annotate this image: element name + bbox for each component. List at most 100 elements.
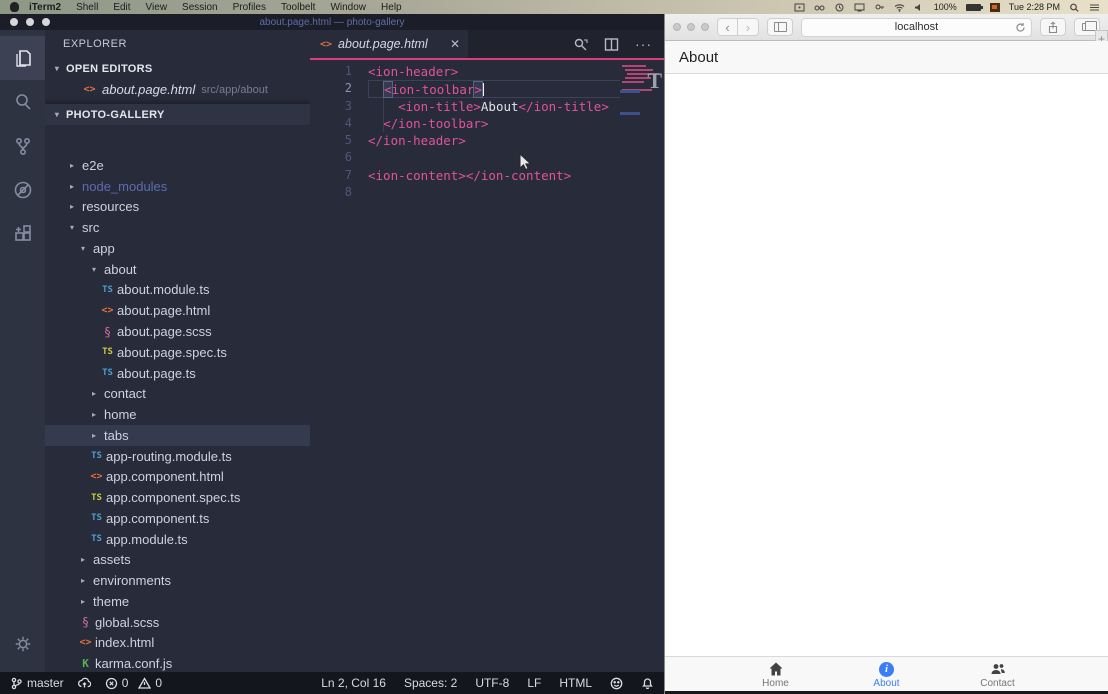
split-editor-icon[interactable] (604, 37, 619, 52)
close-window-button[interactable] (673, 23, 681, 31)
line-content: <ion-toolbar> (368, 80, 620, 97)
explorer-icon[interactable] (0, 36, 45, 80)
tree-item-resources[interactable]: ▸resources (45, 197, 310, 218)
minimap[interactable]: T (620, 60, 664, 672)
spotlight-icon[interactable] (1069, 3, 1080, 12)
tree-item-tabs[interactable]: ▸tabs (45, 425, 310, 446)
volume-icon[interactable] (914, 3, 925, 12)
screen-record-icon[interactable] (794, 3, 805, 12)
twistie-expanded-icon: ▾ (66, 223, 78, 232)
open-changes-icon[interactable] (573, 37, 588, 52)
code-line-4[interactable]: 4 </ion-toolbar> (310, 115, 620, 132)
tabs-overview-icon (1082, 23, 1092, 31)
debug-icon[interactable] (0, 168, 45, 212)
code-line-6[interactable]: 6 (310, 149, 620, 166)
tree-item-environments[interactable]: ▸environments (45, 570, 310, 591)
clock-menu-icon[interactable] (834, 3, 845, 12)
menu-item-session[interactable]: Session (182, 2, 218, 13)
forward-button[interactable]: › (738, 18, 759, 36)
problems-indicator[interactable]: 0 0 (105, 676, 162, 690)
apple-menu-icon[interactable] (10, 2, 19, 12)
tree-item-about-page-ts[interactable]: TSabout.page.ts (45, 363, 310, 384)
extensions-icon[interactable] (0, 212, 45, 256)
feedback-smiley-icon[interactable] (610, 677, 623, 690)
indent-setting[interactable]: Spaces: 2 (404, 676, 457, 690)
tree-item-assets[interactable]: ▸assets (45, 550, 310, 571)
tree-item-app-component-html[interactable]: <>app.component.html (45, 466, 310, 487)
git-branch-indicator[interactable]: master (10, 676, 64, 690)
menu-item-profiles[interactable]: Profiles (233, 2, 266, 13)
search-icon[interactable] (0, 80, 45, 124)
tree-item-contact[interactable]: ▸contact (45, 383, 310, 404)
tree-item-app[interactable]: ▾app (45, 238, 310, 259)
open-editors-section[interactable]: ▾ OPEN EDITORS (45, 58, 310, 79)
menubar-clock[interactable]: Tue 2:28 PM (1009, 2, 1060, 12)
notifications-bell-icon[interactable] (641, 677, 654, 690)
address-bar[interactable]: localhost (801, 18, 1032, 37)
cursor-position[interactable]: Ln 2, Col 16 (321, 676, 386, 690)
language-mode[interactable]: HTML (559, 676, 592, 690)
tree-item-src[interactable]: ▾src (45, 217, 310, 238)
code-line-3[interactable]: 3 <ion-title>About</ion-title> (310, 98, 620, 115)
open-editor-item[interactable]: <> about.page.html src/app/about (45, 79, 310, 100)
maximize-window-button[interactable] (701, 23, 709, 31)
tree-item-about[interactable]: ▾about (45, 259, 310, 280)
tree-item-home[interactable]: ▸home (45, 404, 310, 425)
sidebar-toggle-button[interactable] (767, 18, 793, 36)
tree-item-app-component-ts[interactable]: TSapp.component.ts (45, 508, 310, 529)
share-button[interactable] (1040, 18, 1066, 36)
input-source-flag-icon[interactable] (990, 3, 1000, 12)
battery-icon[interactable] (966, 4, 981, 11)
explorer-sidebar: EXPLORER ▾ OPEN EDITORS <> about.page.ht… (45, 30, 310, 672)
wifi-icon[interactable] (894, 3, 905, 12)
vscode-titlebar[interactable]: about.page.html — photo-gallery (0, 14, 664, 30)
code-line-1[interactable]: 1<ion-header> (310, 63, 620, 80)
publish-sync-icon[interactable] (78, 677, 91, 690)
menu-item-window[interactable]: Window (330, 2, 366, 13)
minimize-window-button[interactable] (687, 23, 695, 31)
tree-item-app-component-spec-ts[interactable]: TSapp.component.spec.ts (45, 487, 310, 508)
code-line-2[interactable]: 2 <ion-toolbar> (310, 80, 620, 97)
tree-item-about-page-spec-ts[interactable]: TSabout.page.spec.ts (45, 342, 310, 363)
menu-item-view[interactable]: View (146, 2, 168, 13)
project-section-header[interactable]: ▾ PHOTO-GALLERY (45, 104, 310, 125)
menu-item-shell[interactable]: Shell (76, 2, 98, 13)
settings-gear-icon[interactable] (0, 624, 45, 664)
editor-tab-about-page-html[interactable]: <> about.page.html ✕ (310, 30, 468, 58)
display-airplay-icon[interactable] (854, 3, 865, 12)
tree-item-about-page-scss[interactable]: §about.page.scss (45, 321, 310, 342)
close-tab-icon[interactable]: ✕ (450, 37, 460, 51)
encoding-setting[interactable]: UTF-8 (475, 676, 509, 690)
tree-item-karma-conf-js[interactable]: Kkarma.conf.js (45, 653, 310, 672)
tree-item-label: about.page.spec.ts (117, 345, 227, 360)
tree-item-about-page-html[interactable]: <>about.page.html (45, 300, 310, 321)
back-button[interactable]: ‹ (717, 18, 738, 36)
tree-item-about-module-ts[interactable]: TSabout.module.ts (45, 280, 310, 301)
menu-item-edit[interactable]: Edit (113, 2, 130, 13)
code-editor[interactable]: 1<ion-header>2 <ion-toolbar>3 <ion-title… (310, 60, 664, 672)
more-actions-icon[interactable]: ··· (635, 36, 652, 52)
tree-item-node-modules[interactable]: ▸node_modules (45, 176, 310, 197)
code-line-5[interactable]: 5</ion-header> (310, 132, 620, 149)
glasses-icon[interactable] (814, 3, 825, 12)
notification-center-icon[interactable] (1089, 3, 1100, 12)
tab-contact[interactable]: Contact (942, 659, 1053, 689)
menu-item-iterm2[interactable]: iTerm2 (29, 2, 61, 13)
tree-item-e2e[interactable]: ▸e2e (45, 155, 310, 176)
tab-about[interactable]: iAbout (831, 660, 942, 689)
code-line-8[interactable]: 8 (310, 184, 620, 201)
key-icon[interactable] (874, 3, 885, 12)
tree-item-global-scss[interactable]: §global.scss (45, 612, 310, 633)
code-line-7[interactable]: 7<ion-content></ion-content> (310, 167, 620, 184)
tree-item-index-html[interactable]: <>index.html (45, 633, 310, 654)
file-tree: ▸e2e▸node_modules▸resources▾src▾app▾abou… (45, 155, 310, 672)
tree-item-app-module-ts[interactable]: TSapp.module.ts (45, 529, 310, 550)
eol-setting[interactable]: LF (527, 676, 541, 690)
menu-item-help[interactable]: Help (381, 2, 402, 13)
tree-item-theme[interactable]: ▸theme (45, 591, 310, 612)
tab-home[interactable]: Home (720, 659, 831, 689)
source-control-icon[interactable] (0, 124, 45, 168)
tree-item-app-routing-module-ts[interactable]: TSapp-routing.module.ts (45, 446, 310, 467)
reload-icon[interactable] (1015, 22, 1026, 33)
menu-item-toolbelt[interactable]: Toolbelt (281, 2, 315, 13)
